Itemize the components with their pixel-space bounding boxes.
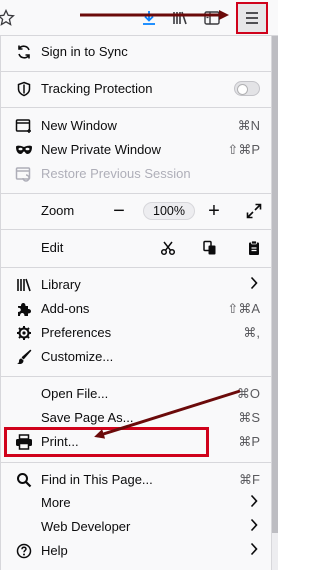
help-label: Help [41,543,68,558]
chevron-right-icon [250,494,258,511]
find-in-page-shortcut: ⌘F [239,472,260,487]
separator [0,229,272,230]
scrollbar-thumb[interactable] [272,36,278,533]
menu-item-open-file[interactable]: Open File... ⌘O [0,382,272,406]
sync-label: Sign in to Sync [41,44,128,59]
puzzle-piece-icon [14,299,34,319]
fullscreen-button[interactable] [242,199,266,223]
preferences-shortcut: ⌘, [243,325,260,340]
menu-item-restore-session[interactable]: Restore Previous Session [0,162,272,186]
library-icon[interactable] [168,6,192,30]
preferences-label: Preferences [41,325,112,340]
separator [0,193,272,194]
separator [0,107,272,108]
library-label: Library [41,277,81,292]
private-mask-icon [14,140,34,160]
help-icon [14,541,34,561]
new-private-window-shortcut: ⇧⌘P [227,142,260,157]
clipboard-icon [249,240,259,255]
new-window-shortcut: ⌘N [237,118,260,133]
more-label: More [41,495,71,510]
customize-label: Customize... [41,349,114,364]
zoom-label: Zoom [41,203,75,218]
reader-sidebar-icon[interactable] [200,6,224,30]
menu-item-print[interactable]: Print... ⌘P [0,430,272,454]
separator [0,71,272,72]
menu-item-preferences[interactable]: Preferences ⌘, [0,321,272,345]
menu-item-edit: Edit [0,236,272,260]
download-icon[interactable] [137,6,161,30]
shield-icon [14,79,34,99]
sync-icon [14,42,34,62]
open-file-label: Open File... [41,386,109,401]
fullscreen-icon [246,203,262,219]
menu-item-library[interactable]: Library [0,273,272,297]
menu-item-help[interactable]: Help [0,539,272,563]
edit-label: Edit [41,240,64,255]
menu-item-new-private-window[interactable]: New Private Window ⇧⌘P [0,138,272,162]
chevron-right-icon [250,542,258,559]
library-icon [14,275,34,295]
copy-icon [203,240,216,255]
new-private-window-label: New Private Window [41,142,161,157]
restore-session-label: Restore Previous Session [41,166,191,181]
separator [0,462,272,463]
cut-button[interactable] [157,237,179,259]
scissors-icon [160,241,176,256]
open-file-shortcut: ⌘O [236,386,260,401]
menu-item-addons[interactable]: Add-ons ⇧⌘A [0,297,272,321]
copy-button[interactable] [199,237,221,259]
menu-item-zoom: Zoom − 100% + [0,199,272,223]
save-page-label: Save Page As... [41,410,134,425]
restore-session-icon [14,164,34,184]
zoom-out-button[interactable]: − [107,199,131,223]
tracking-toggle[interactable] [234,81,260,96]
addons-shortcut: ⇧⌘A [227,301,260,316]
print-shortcut: ⌘P [238,434,260,449]
new-window-icon [14,116,34,136]
search-icon [14,470,34,490]
menu-item-save-page[interactable]: Save Page As... ⌘S [0,406,272,430]
chevron-right-icon [250,276,258,293]
menu-item-tracking-protection[interactable]: Tracking Protection [0,77,272,101]
menu-item-new-window[interactable]: New Window ⌘N [0,114,272,138]
menu-item-customize[interactable]: Customize... [0,345,272,369]
new-window-label: New Window [41,118,117,133]
separator [0,267,272,268]
zoom-reset-button[interactable]: 100% [143,202,195,220]
separator [0,376,272,377]
hamburger-menu-icon [246,12,258,24]
menu-item-find-in-page[interactable]: Find in This Page... ⌘F [0,468,272,492]
save-page-shortcut: ⌘S [238,410,260,425]
star-icon[interactable] [0,6,18,30]
gear-icon [14,323,34,343]
zoom-in-button[interactable]: + [202,199,226,223]
addons-label: Add-ons [41,301,90,316]
menu-item-sign-in-sync[interactable]: Sign in to Sync [0,40,272,64]
paintbrush-icon [14,347,34,367]
browser-toolbar [0,0,278,36]
chevron-right-icon [250,518,258,535]
tracking-label: Tracking Protection [41,81,153,96]
menu-item-web-developer[interactable]: Web Developer [0,515,272,539]
web-developer-label: Web Developer [41,519,131,534]
printer-icon [14,432,34,452]
paste-button[interactable] [243,237,265,259]
hamburger-menu-button[interactable] [236,2,268,34]
menu-item-more[interactable]: More [0,491,272,515]
find-in-page-label: Find in This Page... [41,472,153,487]
print-label: Print... [41,434,79,449]
